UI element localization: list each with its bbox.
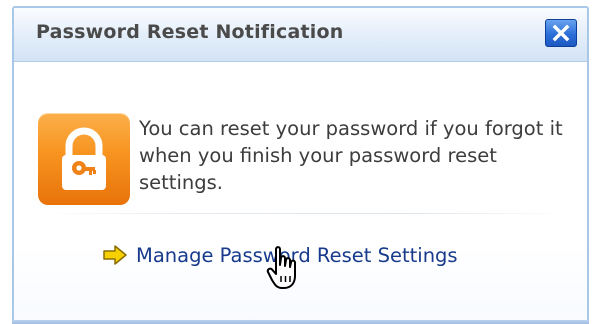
- dialog-title-bar: Password Reset Notification: [14, 8, 587, 62]
- content-divider: [38, 213, 567, 214]
- lock-tile: [38, 113, 130, 205]
- dialog-title: Password Reset Notification: [36, 21, 344, 43]
- close-icon: [552, 24, 570, 42]
- hand-pointer-cursor: [266, 246, 296, 289]
- reset-message: You can reset your password if you forgo…: [139, 117, 563, 194]
- yellow-right-arrow-icon: [103, 245, 127, 265]
- close-button[interactable]: [545, 19, 577, 47]
- padlock-key-icon: [62, 127, 106, 190]
- dialog-bottom-edge: [12, 320, 589, 324]
